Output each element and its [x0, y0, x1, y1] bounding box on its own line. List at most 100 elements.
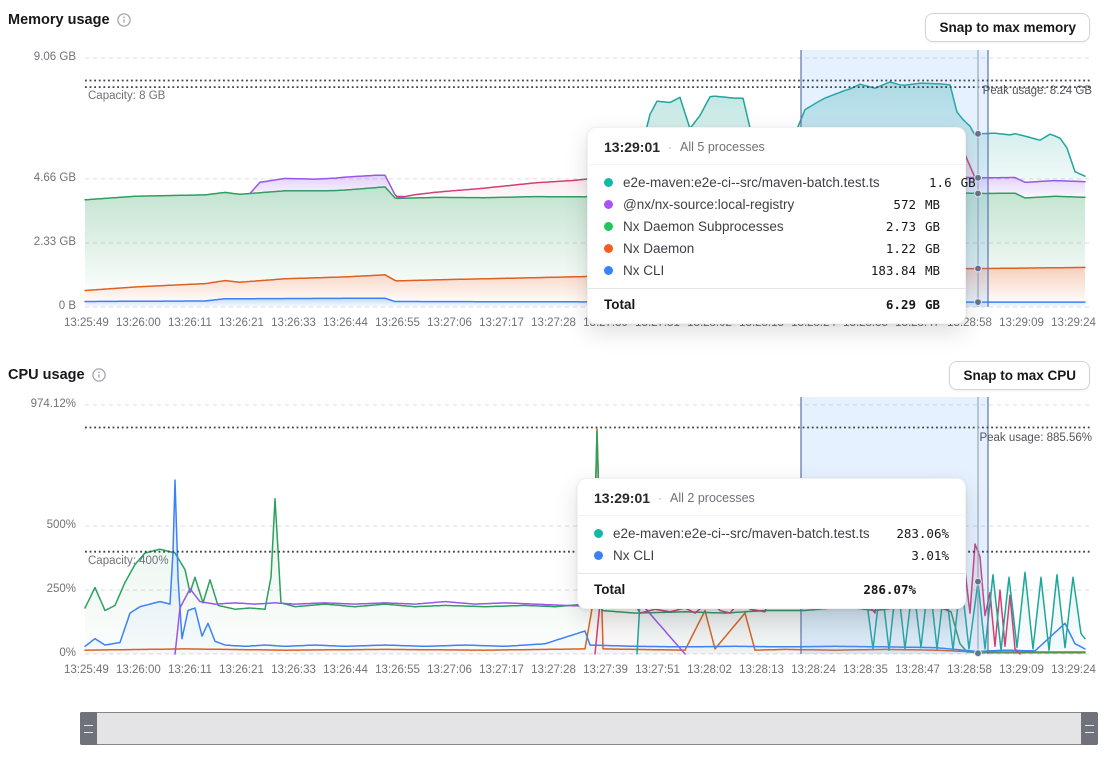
process-value: 2.73 [862, 219, 916, 234]
cpu-x-axis-labels: 13:25:49 13:26:00 13:26:11 13:26:21 13:26:33… [64, 664, 1096, 676]
process-value: 3.01% [895, 548, 949, 563]
y-axis-tick-label: 0 B [0, 300, 76, 312]
x-axis-tick-label: 13:28:02 [687, 664, 732, 676]
tooltip-header: 13:29:01 · All 5 processes [588, 128, 965, 164]
tooltip-process-row: Nx Daemon Subprocesses2.73 GB [588, 215, 965, 237]
process-name: Nx CLI [623, 263, 862, 278]
tooltip-separator: · [658, 491, 662, 505]
tooltip-process-row: @nx/nx-source:local-registry572 MB [588, 193, 965, 215]
process-value: 572 [862, 197, 916, 212]
tooltip-header: 13:29:01 · All 2 processes [578, 479, 965, 515]
x-axis-tick-label: 13:27:17 [479, 664, 524, 676]
memory-peak-usage-label: Peak usage: 8.24 GB [983, 85, 1092, 97]
process-unit: GB [925, 219, 949, 234]
process-name: Nx CLI [613, 548, 895, 563]
x-axis-tick-label: 13:26:21 [219, 664, 264, 676]
x-axis-tick-label: 13:26:55 [375, 317, 420, 329]
x-axis-tick-label: 13:26:55 [375, 664, 420, 676]
x-axis-tick-label: 13:27:28 [531, 664, 576, 676]
timeline-scrollbar[interactable] [80, 712, 1098, 745]
x-axis-tick-label: 13:28:58 [947, 664, 992, 676]
x-axis-tick-label: 13:28:24 [791, 664, 836, 676]
tooltip-time: 13:29:01 [594, 490, 650, 506]
tooltip-total-row: Total 286.07% [578, 573, 965, 608]
x-axis-tick-label: 13:27:39 [583, 664, 628, 676]
tooltip-rows: e2e-maven:e2e-ci--src/maven-batch.test.t… [588, 164, 965, 281]
process-name: Nx Daemon Subprocesses [623, 219, 862, 234]
x-axis-tick-label: 13:28:35 [843, 664, 888, 676]
tooltip-process-count: All 2 processes [670, 491, 755, 505]
tooltip-total-label: Total [594, 582, 862, 597]
y-axis-tick-label: 0% [0, 647, 76, 659]
scrollbar-left-handle[interactable] [80, 712, 97, 745]
x-axis-tick-label: 13:27:28 [531, 317, 576, 329]
drag-grip-icon [1085, 725, 1094, 733]
cpu-usage-section: CPU usage Snap to max CPU 974.12%500%250… [0, 348, 1118, 688]
scrollbar-right-handle[interactable] [1081, 712, 1098, 745]
x-axis-tick-label: 13:29:09 [999, 317, 1044, 329]
drag-grip-icon [84, 725, 93, 733]
process-unit: MB [925, 197, 949, 212]
tooltip-process-row: e2e-maven:e2e-ci--src/maven-batch.test.t… [578, 522, 965, 544]
y-axis-tick-label: 974.12% [0, 398, 76, 410]
tooltip-process-row: Nx CLI183.84 MB [588, 259, 965, 281]
memory-capacity-label: Capacity: 8 GB [88, 90, 165, 102]
tooltip-total-label: Total [604, 297, 862, 312]
x-axis-tick-label: 13:26:33 [271, 664, 316, 676]
series-color-dot [604, 200, 613, 209]
process-name: Nx Daemon [623, 241, 862, 256]
x-axis-tick-label: 13:26:44 [323, 664, 368, 676]
x-axis-tick-label: 13:26:44 [323, 317, 368, 329]
y-axis-tick-label: 500% [0, 519, 76, 531]
series-color-dot [604, 244, 613, 253]
tooltip-total-value: 6.29 [862, 297, 916, 312]
tooltip-total-unit: GB [925, 297, 949, 312]
x-axis-tick-label: 13:26:11 [168, 664, 212, 676]
tooltip-total-value: 286.07% [862, 582, 916, 597]
x-axis-tick-label: 13:29:09 [999, 664, 1044, 676]
x-axis-tick-label: 13:26:11 [168, 317, 212, 329]
tooltip-separator: · [668, 140, 672, 154]
series-color-dot [604, 222, 613, 231]
x-axis-tick-label: 13:28:47 [895, 664, 940, 676]
process-unit: GB [925, 241, 949, 256]
x-axis-tick-label: 13:28:13 [739, 664, 784, 676]
x-axis-tick-label: 13:26:00 [116, 664, 161, 676]
x-axis-tick-label: 13:29:24 [1051, 317, 1096, 329]
x-axis-tick-label: 13:27:17 [479, 317, 524, 329]
process-usage-page: Memory usage Snap to max memory 9.06 GB4… [0, 0, 1118, 761]
x-axis-tick-label: 13:25:49 [64, 664, 109, 676]
x-axis-tick-label: 13:29:24 [1051, 664, 1096, 676]
process-name: e2e-maven:e2e-ci--src/maven-batch.test.t… [613, 526, 895, 541]
process-name: @nx/nx-source:local-registry [623, 197, 862, 212]
process-value: 183.84 [862, 263, 916, 278]
process-value: 1.22 [862, 241, 916, 256]
process-name: e2e-maven:e2e-ci--src/maven-batch.test.t… [623, 175, 898, 190]
process-value: 283.06% [895, 526, 949, 541]
tooltip-process-row: Nx Daemon1.22 GB [588, 237, 965, 259]
memory-tooltip: 13:29:01 · All 5 processes e2e-maven:e2e… [587, 127, 966, 324]
y-axis-tick-label: 250% [0, 583, 76, 595]
cpu-tooltip: 13:29:01 · All 2 processes e2e-maven:e2e… [577, 478, 966, 609]
cpu-capacity-label: Capacity: 400% [88, 555, 169, 567]
tooltip-time: 13:29:01 [604, 139, 660, 155]
tooltip-rows: e2e-maven:e2e-ci--src/maven-batch.test.t… [578, 515, 965, 566]
tooltip-process-row: e2e-maven:e2e-ci--src/maven-batch.test.t… [588, 171, 965, 193]
y-axis-tick-label: 4.66 GB [0, 172, 76, 184]
series-color-dot [594, 529, 603, 538]
process-unit: MB [925, 263, 949, 278]
tooltip-total-row: Total 6.29 GB [588, 288, 965, 323]
y-axis-tick-label: 9.06 GB [0, 51, 76, 63]
x-axis-tick-label: 13:25:49 [64, 317, 109, 329]
series-color-dot [604, 178, 613, 187]
x-axis-tick-label: 13:26:21 [219, 317, 264, 329]
cpu-peak-usage-label: Peak usage: 885.56% [979, 432, 1092, 444]
series-color-dot [594, 551, 603, 560]
x-axis-tick-label: 13:26:00 [116, 317, 161, 329]
x-axis-tick-label: 13:27:06 [427, 664, 472, 676]
tooltip-process-row: Nx CLI3.01% [578, 544, 965, 566]
x-axis-tick-label: 13:27:06 [427, 317, 472, 329]
x-axis-tick-label: 13:26:33 [271, 317, 316, 329]
memory-usage-section: Memory usage Snap to max memory 9.06 GB4… [0, 0, 1118, 348]
process-unit: GB [961, 175, 976, 190]
